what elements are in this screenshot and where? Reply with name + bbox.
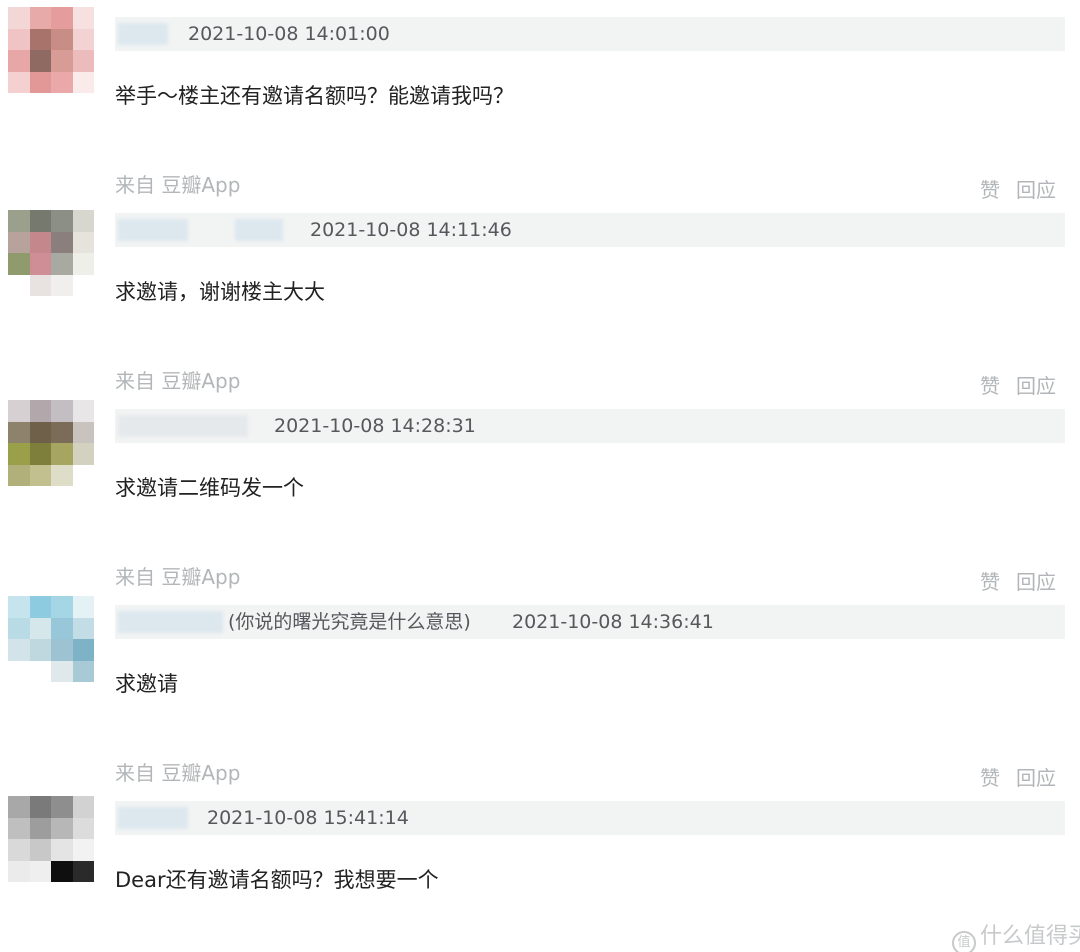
- comment-header: 2021-10-08 14:01:00: [115, 17, 1065, 51]
- comment-timestamp: 2021-10-08 14:28:31: [274, 415, 476, 437]
- comment-timestamp: 2021-10-08 14:01:00: [188, 23, 390, 45]
- comment-header: (你说的曙光究竟是什么意思) 2021-10-08 14:36:41: [115, 605, 1065, 639]
- comment-body: 举手～楼主还有邀请名额吗？能邀请我吗？: [115, 84, 514, 108]
- comment-source: 来自 豆瓣App: [115, 565, 241, 589]
- username-redacted[interactable]: [118, 23, 168, 45]
- like-button[interactable]: 赞: [980, 566, 1000, 595]
- avatar[interactable]: [8, 400, 94, 486]
- comment-body: Dear还有邀请名额吗？我想要一个: [115, 868, 439, 892]
- reply-button[interactable]: 回应: [1016, 762, 1056, 791]
- comment-body: 求邀请: [115, 672, 178, 696]
- comment-header: 2021-10-08 15:41:14: [115, 801, 1065, 835]
- username-redacted[interactable]: [118, 807, 188, 829]
- comment-timestamp: 2021-10-08 15:41:14: [207, 807, 409, 829]
- reply-button[interactable]: 回应: [1016, 370, 1056, 399]
- reply-button[interactable]: 回应: [1016, 566, 1056, 595]
- comment-header: 2021-10-08 14:11:46: [115, 213, 1065, 247]
- reply-button[interactable]: 回应: [1016, 174, 1056, 203]
- comment-body: 求邀请二维码发一个: [115, 476, 304, 500]
- username-redacted[interactable]: [118, 611, 223, 633]
- comment-header: 2021-10-08 14:28:31: [115, 409, 1065, 443]
- username-redacted[interactable]: [118, 219, 188, 241]
- comment-source: 来自 豆瓣App: [115, 369, 241, 393]
- avatar[interactable]: [8, 7, 94, 93]
- site-watermark: 值什么值得买: [952, 918, 1080, 952]
- zhi-logo-icon: 值: [952, 931, 976, 952]
- like-button[interactable]: 赞: [980, 174, 1000, 203]
- username-redacted[interactable]: [118, 415, 248, 437]
- comment-timestamp: 2021-10-08 14:11:46: [310, 219, 512, 241]
- avatar[interactable]: [8, 596, 94, 682]
- comment-source: 来自 豆瓣App: [115, 761, 241, 785]
- comment-body: 求邀请，谢谢楼主大大: [115, 280, 325, 304]
- avatar[interactable]: [8, 210, 94, 296]
- comment-thread: 2021-10-08 14:01:00 举手～楼主还有邀请名额吗？能邀请我吗？ …: [0, 0, 1080, 952]
- like-button[interactable]: 赞: [980, 762, 1000, 791]
- username-redacted[interactable]: [235, 219, 283, 241]
- comment-source: 来自 豆瓣App: [115, 173, 241, 197]
- like-button[interactable]: 赞: [980, 370, 1000, 399]
- comment-timestamp: 2021-10-08 14:36:41: [512, 611, 714, 633]
- avatar[interactable]: [8, 796, 94, 882]
- watermark-text: 什么值得买: [980, 924, 1080, 949]
- user-signature: (你说的曙光究竟是什么意思): [228, 611, 471, 633]
